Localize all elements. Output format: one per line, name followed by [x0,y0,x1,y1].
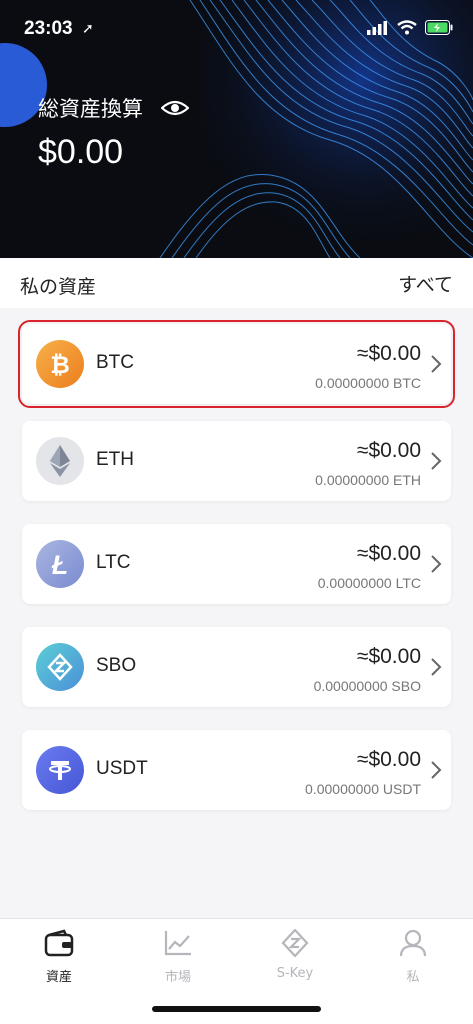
asset-amount: 0.00000000 LTC [317,575,421,591]
asset-symbol: SBO [96,655,137,676]
show-all-link[interactable]: すべて [398,270,453,297]
asset-usd-value: ≈$0.00 [356,645,421,668]
bitcoin-icon: ₿ [36,340,84,388]
chevron-right-icon [431,452,442,470]
asset-amount: 0.00000000 SBO [313,678,421,694]
tab-assets[interactable]: 資産 [19,929,99,989]
asset-amount: 0.00000000 BTC [315,375,421,391]
tether-icon [36,746,84,794]
total-assets-label: 総資産換算 [38,97,143,121]
asset-symbol: LTC [96,552,131,573]
asset-amount: 0.00000000 ETH [315,472,421,488]
asset-usd-value: ≈$0.00 [356,542,421,565]
my-assets-header: 私の資産 すべて [0,258,473,308]
asset-usd-value: ≈$0.00 [356,342,421,365]
wifi-icon [397,20,417,35]
chevron-right-icon [431,555,442,573]
asset-symbol: ETH [96,449,134,470]
wallet-icon [44,929,74,957]
home-indicator [152,1006,321,1012]
skey-icon [281,928,309,958]
sbo-icon [36,643,84,691]
person-icon [399,929,427,957]
status-bar: 23:03 ➚ [0,14,473,44]
svg-text:Ł: Ł [51,550,69,579]
location-arrow-icon: ➚ [82,20,94,36]
eye-icon[interactable] [161,99,189,117]
tab-label: 資産 [45,970,72,985]
chevron-right-icon [431,658,442,676]
tab-label: 私 [406,970,420,985]
status-time: 23:03 [24,18,73,39]
asset-symbol: USDT [96,758,148,779]
chevron-right-icon [431,355,442,373]
tab-skey[interactable]: S-Key [255,928,335,989]
asset-card-usdt[interactable]: USDT ≈$0.00 0.00000000 USDT [22,730,451,810]
chevron-right-icon [431,761,442,779]
asset-amount: 0.00000000 USDT [305,781,421,797]
chart-icon [164,931,191,956]
signal-icon [367,20,387,35]
asset-card-sbo[interactable]: SBO ≈$0.00 0.00000000 SBO [22,627,451,707]
total-assets-value: $0.00 [38,133,124,171]
tab-me[interactable]: 私 [373,929,453,989]
tab-market[interactable]: 市場 [138,929,218,989]
battery-icon [425,20,453,35]
svg-text:₿: ₿ [50,351,70,379]
asset-card-btc[interactable]: ₿ BTC ≈$0.00 0.00000000 BTC [18,320,455,408]
asset-card-ltc[interactable]: Ł LTC ≈$0.00 0.00000000 LTC [22,524,451,604]
tab-label: S-Key [276,966,314,981]
ethereum-icon [36,437,84,485]
asset-card-eth[interactable]: ETH ≈$0.00 0.00000000 ETH [22,421,451,501]
section-title: 私の資産 [20,276,97,298]
asset-symbol: BTC [96,352,134,373]
asset-usd-value: ≈$0.00 [356,439,421,462]
asset-header: 23:03 ➚ 総資産換算 $0.00 [0,0,473,258]
litecoin-icon: Ł [36,540,84,588]
tab-label: 市場 [164,970,191,985]
asset-usd-value: ≈$0.00 [356,748,421,771]
